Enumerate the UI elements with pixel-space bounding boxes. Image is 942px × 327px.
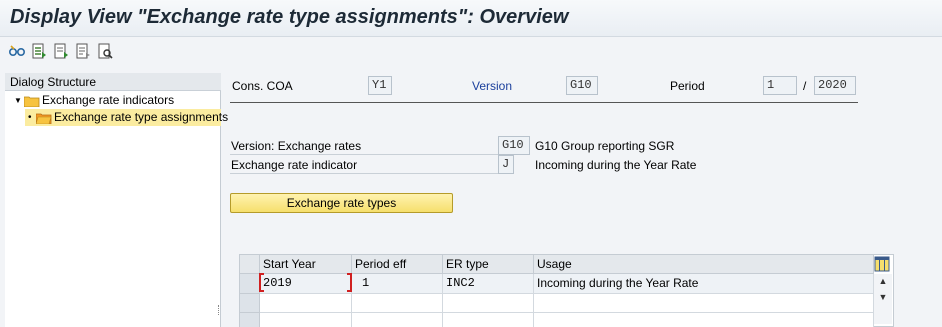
tree-item-label: Exchange rate indicators xyxy=(42,93,175,107)
table-cell-usage: Incoming during the Year Rate xyxy=(534,274,874,294)
version-exchange-rates-label: Version: Exchange rates xyxy=(231,139,362,153)
column-header-er-type[interactable]: ER type xyxy=(443,255,534,274)
glasses-toggle-icon[interactable] xyxy=(8,42,26,60)
version-field[interactable]: G10 xyxy=(566,76,598,95)
header-divider xyxy=(230,102,858,103)
table-cell-empty[interactable] xyxy=(260,294,352,313)
period-field[interactable]: 1 xyxy=(763,76,797,95)
exchange-rate-indicator-label: Exchange rate indicator xyxy=(231,158,358,172)
label-underline xyxy=(230,173,498,174)
table-cell-empty[interactable] xyxy=(443,294,534,313)
column-header-usage[interactable]: Usage xyxy=(534,255,874,274)
scroll-up-arrow-icon[interactable]: ▲ xyxy=(877,276,889,286)
dialog-structure-panel: Dialog Structure ▼ Exchange rate indicat… xyxy=(5,73,228,327)
application-toolbar xyxy=(0,38,942,64)
print-icon[interactable] xyxy=(74,42,92,60)
dialog-structure-header: Dialog Structure xyxy=(5,73,221,91)
find-icon[interactable] xyxy=(96,42,114,60)
export-icon[interactable] xyxy=(52,42,70,60)
tree-item-exchange-rate-indicators[interactable]: ▼ Exchange rate indicators xyxy=(5,92,221,109)
table-cell-empty xyxy=(534,294,874,313)
leaf-bullet-icon: • xyxy=(28,112,32,123)
select-all-rows-button[interactable] xyxy=(240,255,260,274)
panel-resize-handle[interactable] xyxy=(218,305,222,315)
table-cell-empty xyxy=(534,313,874,327)
label-underline xyxy=(230,154,498,155)
version-exchange-rates-description: G10 Group reporting SGR xyxy=(535,139,675,153)
column-header-period-eff[interactable]: Period eff xyxy=(352,255,443,274)
table-cell-empty[interactable] xyxy=(443,313,534,327)
row-selector[interactable] xyxy=(240,274,260,294)
year-field[interactable]: 2020 xyxy=(814,76,856,95)
table-cell-er-type[interactable]: INC2 xyxy=(443,274,534,294)
table-cell-empty[interactable] xyxy=(352,313,443,327)
select-all-icon[interactable] xyxy=(30,42,48,60)
scroll-down-arrow-icon[interactable]: ▼ xyxy=(877,292,889,302)
period-separator: / xyxy=(803,79,807,93)
version-exchange-rates-field[interactable]: G10 xyxy=(498,136,530,155)
exchange-rate-types-button[interactable]: Exchange rate types xyxy=(230,193,453,213)
cons-coa-label: Cons. COA xyxy=(232,79,293,93)
table-vertical-scrollbar[interactable]: ▲ ▼ xyxy=(874,274,892,324)
table-settings-icon[interactable] xyxy=(874,256,890,272)
row-selector[interactable] xyxy=(240,313,260,327)
table-cell-empty[interactable] xyxy=(352,294,443,313)
folder-open-icon xyxy=(35,112,52,125)
cell-focus-right-bracket xyxy=(347,273,352,292)
exchange-rate-type-table: Start Year Period eff ER type Usage 2019… xyxy=(239,254,894,327)
page-title: Display View "Exchange rate type assignm… xyxy=(10,6,569,28)
table-cell-period-eff[interactable]: 1 xyxy=(352,274,443,294)
folder-open-icon xyxy=(23,95,40,108)
column-header-start-year[interactable]: Start Year xyxy=(260,255,352,274)
exchange-rate-indicator-field[interactable]: J xyxy=(498,155,514,174)
row-selector[interactable] xyxy=(240,294,260,313)
period-label: Period xyxy=(670,79,705,93)
exchange-rate-indicator-description: Incoming during the Year Rate xyxy=(535,158,697,172)
expand-arrow-icon[interactable]: ▼ xyxy=(14,92,22,109)
version-label: Version xyxy=(472,79,513,93)
cell-focus-left-bracket xyxy=(259,273,264,292)
table-cell-start-year[interactable]: 2019 xyxy=(260,274,352,294)
cons-coa-field[interactable]: Y1 xyxy=(368,76,392,95)
table-cell-empty[interactable] xyxy=(260,313,352,327)
tree-item-label: Exchange rate type assignments xyxy=(54,110,229,124)
title-bar: Display View "Exchange rate type assignm… xyxy=(0,0,942,37)
tree-item-exchange-rate-type-assignments[interactable]: • Exchange rate type assignments xyxy=(25,109,228,126)
